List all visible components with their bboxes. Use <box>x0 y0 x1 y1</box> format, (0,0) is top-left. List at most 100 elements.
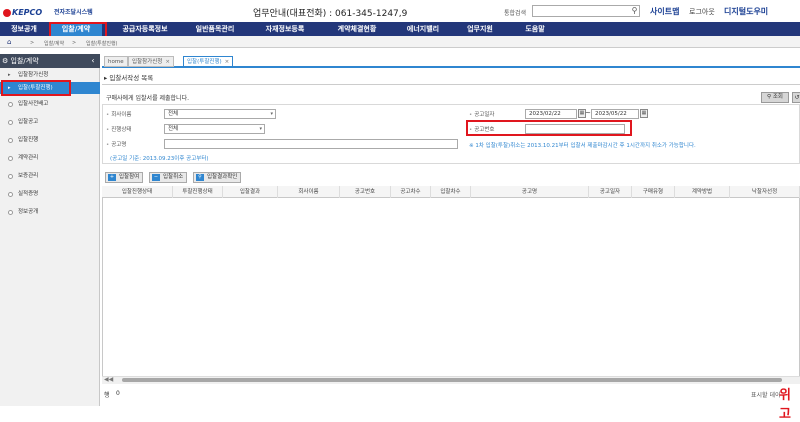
grid-column-header[interactable]: 구매유형 <box>632 186 675 198</box>
nav-work-support[interactable]: 업무지원 <box>452 22 508 36</box>
global-search-label: 통합검색 <box>504 10 527 17</box>
sidebar-item-label: 입찰참가신청 <box>18 72 49 78</box>
watermark-text: 위고 <box>779 388 791 422</box>
notice-name-input[interactable] <box>164 139 458 149</box>
sidebar-item-label: 입찰진행 <box>18 137 39 143</box>
company-select[interactable]: 전체 ▾ <box>164 109 276 119</box>
sidebar-item-label: 입찰공고 <box>18 119 39 125</box>
sidebar-item-label: 정보공개 <box>18 209 39 215</box>
grid-column-header[interactable]: 공고번호 <box>340 186 391 198</box>
cancel-policy-notice: ※ 1차 입찰(투찰)취소는 2013.10.21부터 입찰서 제출마감시간 후… <box>469 143 696 149</box>
grid-column-header[interactable]: 계약방법 <box>675 186 730 198</box>
nav-energy-valley[interactable]: 에너지밸리 <box>395 22 451 36</box>
main-nav: 정보공개 입찰/계약 공급자등록정보 일반품목관리 자재정보등록 계약체결현황 … <box>0 22 800 36</box>
nav-info-disclosure[interactable]: 정보공개 <box>0 22 48 36</box>
calendar-icon[interactable]: ▦ <box>640 109 648 118</box>
search-icon: ⚲ <box>767 94 772 100</box>
bullet-icon <box>8 192 13 197</box>
scrollbar-thumb[interactable] <box>122 378 782 382</box>
bullet-icon <box>8 174 13 179</box>
bid-cancel-button[interactable]: − 입찰취소 <box>149 172 188 183</box>
reset-button[interactable]: ↺ <box>792 92 800 103</box>
sidebar-title-text: 입찰/계약 <box>10 57 39 65</box>
nav-contract-status[interactable]: 계약체결현황 <box>322 22 392 36</box>
nav-general-items[interactable]: 일반품목관리 <box>180 22 250 36</box>
grid-column-header[interactable]: 공고차수 <box>391 186 431 198</box>
breadcrumb-item[interactable]: 입찰/계약 <box>44 40 64 47</box>
tab-home[interactable]: home <box>104 56 128 67</box>
bullet-icon <box>8 102 13 107</box>
close-icon[interactable]: × <box>165 59 170 65</box>
date-to-input[interactable]: 2023/05/22 <box>591 109 639 119</box>
sidebar-item-contract-mgmt[interactable]: 계약관리 <box>0 152 100 164</box>
row-count-label: 행 <box>104 392 110 399</box>
grid-column-header[interactable]: 입찰차수 <box>431 186 471 198</box>
sidebar-item-label: 계약관리 <box>18 155 39 161</box>
label-text: 공고일자 <box>474 112 495 118</box>
label-text: 공고번호 <box>474 127 495 133</box>
kepco-logo[interactable]: KEPCO <box>3 7 49 18</box>
bid-result-button[interactable]: ⚲ 입찰결과확인 <box>193 172 242 183</box>
global-search-input[interactable] <box>532 5 640 17</box>
sitemap-link[interactable]: 사이트맵 <box>650 6 679 17</box>
button-label: 입찰결과확인 <box>207 174 238 180</box>
progress-select[interactable]: 전체 ▾ <box>164 124 265 134</box>
page-title: ▸ 입찰서작성 목록 <box>104 74 154 82</box>
grid-column-header[interactable]: 입찰결과 <box>223 186 278 198</box>
grid-column-header[interactable]: 입찰진행상태 <box>102 186 173 198</box>
bullet-icon <box>8 210 13 215</box>
sidebar-item-performance-cert[interactable]: 실적증명 <box>0 188 100 200</box>
notice-basis-text: (공고일 기준: 2013.09.23이후 공고부터) <box>110 156 209 162</box>
nav-help[interactable]: 도움말 <box>510 22 560 36</box>
select-value: 전체 <box>168 111 179 117</box>
nav-material-info[interactable]: 자재정보등록 <box>250 22 320 36</box>
tab-bid-progress[interactable]: 입찰(투찰진행) × <box>183 56 234 67</box>
search-button[interactable]: ⚲ 조회 <box>761 92 789 103</box>
select-value: 전체 <box>168 126 179 132</box>
label-text: 공고명 <box>111 142 127 148</box>
minus-icon: − <box>152 174 160 181</box>
sidebar-item-bid-application[interactable]: ▸ 입찰참가신청 <box>0 69 100 81</box>
tab-bid-application[interactable]: 입찰참가신청 × <box>128 56 174 67</box>
notice-no-input[interactable] <box>525 124 625 134</box>
sidebar-item-pre-notice[interactable]: 입찰사전배고 <box>0 98 100 110</box>
grid-column-header[interactable]: 공고일자 <box>589 186 632 198</box>
digital-helper-link[interactable]: 디지털도우미 <box>724 6 768 17</box>
close-icon[interactable]: × <box>225 59 230 65</box>
bid-participate-button[interactable]: + 입찰참여 <box>105 172 144 183</box>
grid-column-header[interactable]: 회사이름 <box>278 186 340 198</box>
collapse-chevron-icon[interactable]: ‹ <box>86 54 100 68</box>
crumb-chevron-icon: > <box>72 40 77 46</box>
sidebar-item-label: 실적증명 <box>18 191 39 197</box>
grid-column-header[interactable]: 투찰진행상태 <box>173 186 223 198</box>
logo-text: KEPCO <box>12 8 43 17</box>
sidebar-item-info-disclosure[interactable]: 정보공개 <box>0 206 100 218</box>
sidebar-title: ⚙ 입찰/계약 <box>0 54 100 68</box>
sidebar-item-guarantee-mgmt[interactable]: 보증관리 <box>0 170 100 182</box>
date-range-separator: ~ <box>585 109 591 117</box>
home-icon[interactable]: ⌂ <box>7 38 11 46</box>
sidebar-item-bid-ongoing[interactable]: 입찰진행 <box>0 134 100 146</box>
scroll-left-arrow-icon[interactable]: ◀◀ <box>104 376 113 383</box>
breadcrumb <box>0 36 800 48</box>
sidebar-gear-icon: ⚙ <box>2 57 11 65</box>
chevron-down-icon: ▾ <box>270 111 273 117</box>
progress-label: • 진행상태 <box>106 127 132 133</box>
sidebar-item-bid-notice[interactable]: 입찰공고 <box>0 116 100 128</box>
search-icon[interactable]: ⚲ <box>630 6 639 16</box>
breadcrumb-item: 입찰(투찰진행) <box>86 41 118 47</box>
instruction-text: 구매사에게 입찰서를 제출합니다. <box>106 95 190 102</box>
logout-link[interactable]: 로그아웃 <box>689 7 715 17</box>
sidebar-arrow-icon: ▸ <box>8 85 11 91</box>
grid-column-header[interactable]: 공고명 <box>471 186 589 198</box>
display-count-label: 표시할 데이 <box>751 392 781 399</box>
plus-icon: + <box>108 174 116 181</box>
grid-column-header[interactable]: 낙찰자선정 <box>730 186 800 198</box>
sidebar-item-label: 보증관리 <box>18 173 39 179</box>
sidebar-item-bid-progress[interactable]: ▸ 입찰(투찰진행) <box>0 82 100 94</box>
nav-bid-contract[interactable]: 입찰/계약 <box>50 22 102 36</box>
button-label: 입찰참여 <box>119 174 140 180</box>
row-count: 0 <box>116 390 120 397</box>
nav-supplier-info[interactable]: 공급자등록정보 <box>110 22 180 36</box>
date-from-input[interactable]: 2023/02/22 <box>525 109 577 119</box>
